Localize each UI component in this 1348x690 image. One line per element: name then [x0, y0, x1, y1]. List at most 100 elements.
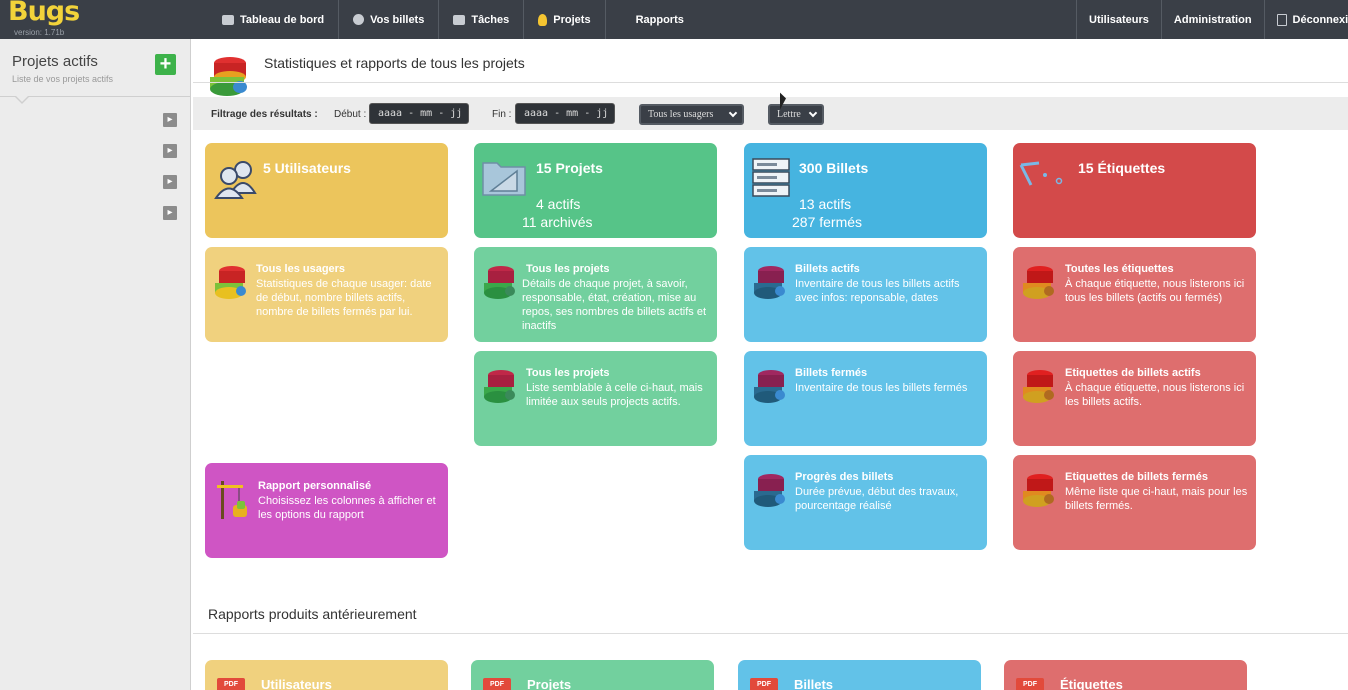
report-tags-all[interactable]: Toutes les étiquettes À chaque étiquette… — [1013, 247, 1256, 342]
report-description: Même liste que ci-haut, mais pour les bi… — [1065, 486, 1248, 512]
nav-my-tickets[interactable]: Vos billets — [339, 0, 440, 39]
nav-administration[interactable]: Administration — [1160, 0, 1264, 39]
previous-report-tags[interactable]: PDF Étiquettes — [1004, 660, 1247, 690]
pie-chart-icon — [754, 266, 785, 299]
crane-icon — [217, 481, 247, 519]
previous-report-label: Étiquettes — [1060, 677, 1123, 690]
report-tickets-closed[interactable]: Billets fermés Inventaire de tous les bi… — [744, 351, 987, 446]
pdf-icon: PDF — [750, 678, 778, 690]
tasks-icon — [453, 14, 466, 25]
mouse-cursor — [780, 92, 786, 113]
report-description: Durée prévue, début des travaux, pourcen… — [795, 486, 959, 512]
report-projects-active[interactable]: Tous les projets Liste semblable à celle… — [474, 351, 717, 446]
start-date-input[interactable]: aaaa - mm - jj — [369, 103, 469, 124]
alert-icon — [353, 14, 365, 25]
top-bar: Bugs version: 1.71b Tableau de bord Vos … — [0, 0, 1348, 39]
report-description: Détails de chaque projet, à savoir, resp… — [522, 278, 707, 332]
sidebar: Projets actifs Liste de vos projets acti… — [0, 39, 191, 690]
filter-label: Filtrage des résultats : — [211, 109, 318, 120]
report-custom[interactable]: Rapport personnalisé Choisissez les colo… — [205, 463, 448, 558]
previous-report-label: Billets — [794, 677, 834, 690]
report-title: Etiquettes de billets actifs — [1065, 367, 1201, 379]
chevron-right-icon[interactable]: ▸ — [163, 206, 177, 220]
chat-icon — [222, 14, 234, 25]
report-description: Inventaire de tous les billets fermés — [795, 382, 968, 394]
format-select[interactable]: Lettre — [768, 104, 824, 125]
report-title: Billets actifs — [795, 263, 860, 275]
user-nav: Utilisateurs Administration Déconnexion — [1076, 0, 1348, 39]
projects-summary-card[interactable]: 15 Projets 4 actifs 11 archivés — [474, 143, 717, 238]
report-tags-active[interactable]: Etiquettes de billets actifs À chaque ét… — [1013, 351, 1256, 446]
previous-report-label: Projets — [527, 677, 572, 690]
nav-logout[interactable]: Déconnexion — [1263, 0, 1348, 39]
report-title: Billets fermés — [795, 367, 868, 379]
nav-tasks[interactable]: Tâches — [439, 0, 525, 39]
nav-dashboard[interactable]: Tableau de bord — [208, 0, 340, 39]
report-description: Liste semblable à celle ci-haut, mais li… — [526, 382, 703, 408]
pie-chart-icon — [484, 266, 515, 299]
tags-summary-card[interactable]: 15 Étiquettes — [1013, 143, 1256, 238]
filter-bar: Filtrage des résultats : Début : aaaa - … — [193, 97, 1348, 130]
report-description: À chaque étiquette, nous listerons ici t… — [1065, 278, 1245, 304]
pie-chart-icon — [215, 266, 246, 299]
end-date-label: Fin : — [492, 109, 512, 120]
pie-chart-icon — [1023, 266, 1054, 299]
report-title: Toutes les étiquettes — [1065, 263, 1174, 275]
report-title: Tous les projets — [526, 263, 610, 275]
end-date-input[interactable]: aaaa - mm - jj — [515, 103, 615, 124]
report-tickets-progress[interactable]: Progrès des billets Durée prévue, début … — [744, 455, 987, 550]
sidebar-subtitle: Liste de vos projets actifs — [12, 74, 114, 84]
add-project-button[interactable]: + — [155, 54, 176, 75]
folder-icon — [482, 162, 526, 196]
previous-report-label: Utilisateurs — [261, 677, 332, 690]
previous-report-projects[interactable]: PDF Projets — [471, 660, 714, 690]
pdf-icon: PDF — [217, 678, 245, 690]
nav-projects[interactable]: Projets — [524, 0, 606, 39]
chevron-right-icon[interactable]: ▸ — [163, 144, 177, 158]
app-logo[interactable]: Bugs — [8, 0, 80, 27]
sidebar-title: Projets actifs — [12, 53, 98, 70]
nav-reports[interactable]: Rapports — [606, 0, 698, 39]
report-description: Inventaire de tous les billets actifs av… — [795, 278, 960, 304]
report-title: Tous les projets — [526, 367, 610, 379]
tickets-active-count: 13 actifs — [799, 196, 852, 212]
report-title: Tous les usagers — [256, 263, 346, 275]
tickets-count: 300 Billets — [799, 160, 869, 176]
tickets-summary-card[interactable]: 300 Billets 13 actifs 287 fermés — [744, 143, 987, 238]
tag-icon — [1019, 161, 1063, 186]
report-title: Etiquettes de billets fermés — [1065, 471, 1209, 483]
previous-reports-title: Rapports produits antérieurement — [208, 606, 417, 622]
projects-active-count: 4 actifs — [536, 196, 581, 212]
report-projects-all[interactable]: Tous les projets Détails de chaque proje… — [474, 247, 717, 342]
users-count: 5 Utilisateurs — [263, 160, 351, 176]
report-title: Progrès des billets — [795, 471, 894, 483]
previous-report-users[interactable]: PDF Utilisateurs — [205, 660, 448, 690]
pie-chart-icon — [210, 57, 247, 96]
report-users-all[interactable]: Tous les usagers Statistiques de chaque … — [205, 247, 448, 342]
report-tickets-active[interactable]: Billets actifs Inventaire de tous les bi… — [744, 247, 987, 342]
users-icon — [214, 161, 257, 199]
section-divider — [193, 633, 1348, 634]
tags-count: 15 Étiquettes — [1078, 160, 1166, 176]
chevron-down-icon — [808, 108, 818, 118]
pdf-icon: PDF — [483, 678, 511, 690]
report-description: Choisissez les colonnes à afficher et le… — [258, 495, 436, 521]
pie-chart-icon — [484, 370, 515, 403]
nav-users[interactable]: Utilisateurs — [1076, 0, 1161, 39]
start-date-label: Début : — [334, 109, 367, 120]
chevron-right-icon[interactable]: ▸ — [163, 175, 177, 189]
report-description: Statistiques de chaque usager: date de d… — [256, 278, 432, 318]
logout-icon — [1276, 13, 1287, 26]
previous-report-tickets[interactable]: PDF Billets — [738, 660, 981, 690]
pdf-icon: PDF — [1016, 678, 1044, 690]
users-select[interactable]: Tous les usagers — [639, 104, 744, 125]
pie-chart-icon — [1023, 474, 1054, 507]
report-description: À chaque étiquette, nous listerons ici l… — [1065, 382, 1245, 408]
users-summary-card[interactable]: 5 Utilisateurs — [205, 143, 448, 238]
chevron-right-icon[interactable]: ▸ — [163, 113, 177, 127]
pie-chart-icon — [754, 370, 785, 403]
server-icon — [752, 158, 790, 197]
main-nav: Tableau de bord Vos billets Tâches Proje… — [208, 0, 698, 39]
app-version: version: 1.71b — [14, 28, 65, 37]
report-tags-closed[interactable]: Etiquettes de billets fermés Même liste … — [1013, 455, 1256, 550]
